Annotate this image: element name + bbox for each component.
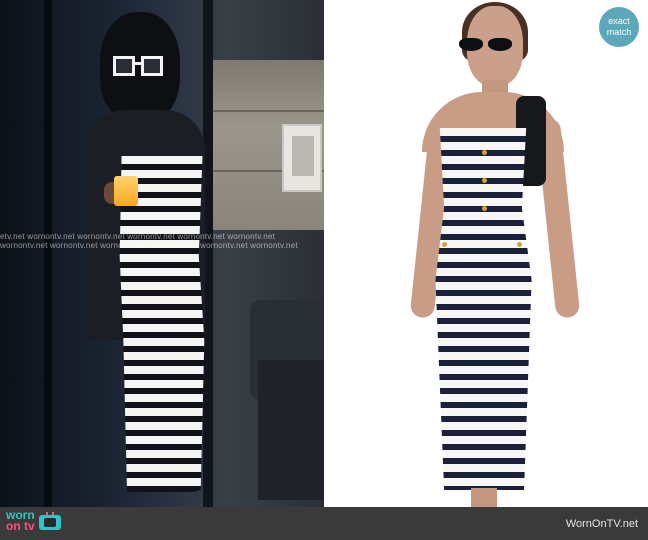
striped-strapless-dress bbox=[119, 156, 205, 492]
footer-site-url[interactable]: WornOnTV.net bbox=[566, 518, 638, 530]
watermark-row: etv.net wornontv.net wornontv.net wornon… bbox=[0, 232, 275, 241]
orange-juice-glass bbox=[114, 176, 138, 206]
celebrity-mirror-selfie-photo: etv.net wornontv.net wornontv.net wornon… bbox=[0, 0, 324, 507]
gold-button bbox=[482, 178, 487, 183]
model-legs bbox=[471, 488, 497, 507]
badge-line-2: match bbox=[606, 27, 632, 37]
mirror-frame-left bbox=[44, 0, 52, 507]
footer-bar bbox=[0, 507, 648, 540]
watermark-row: wornontv.net wornontv.net wornontv.net w… bbox=[0, 241, 298, 250]
wall-panel-line bbox=[213, 110, 324, 112]
product-photo bbox=[324, 0, 648, 507]
model-sunglasses-icon bbox=[459, 38, 513, 52]
sunglasses-icon bbox=[113, 56, 165, 78]
wall-frame bbox=[282, 124, 322, 192]
logo-line-2: on tv bbox=[6, 519, 35, 533]
exact-match-badge: exact match bbox=[599, 7, 639, 47]
gold-button bbox=[482, 206, 487, 211]
logo-text: worn on tv bbox=[6, 509, 35, 533]
bed-base bbox=[258, 360, 324, 500]
gold-button bbox=[482, 150, 487, 155]
outfit-comparison-image: etv.net wornontv.net wornontv.net wornon… bbox=[0, 0, 648, 540]
badge-line-1: exact bbox=[608, 16, 630, 26]
tv-icon bbox=[38, 512, 61, 530]
gold-button bbox=[442, 242, 447, 247]
gold-button bbox=[517, 242, 522, 247]
wornontv-logo[interactable]: worn on tv bbox=[6, 509, 61, 538]
